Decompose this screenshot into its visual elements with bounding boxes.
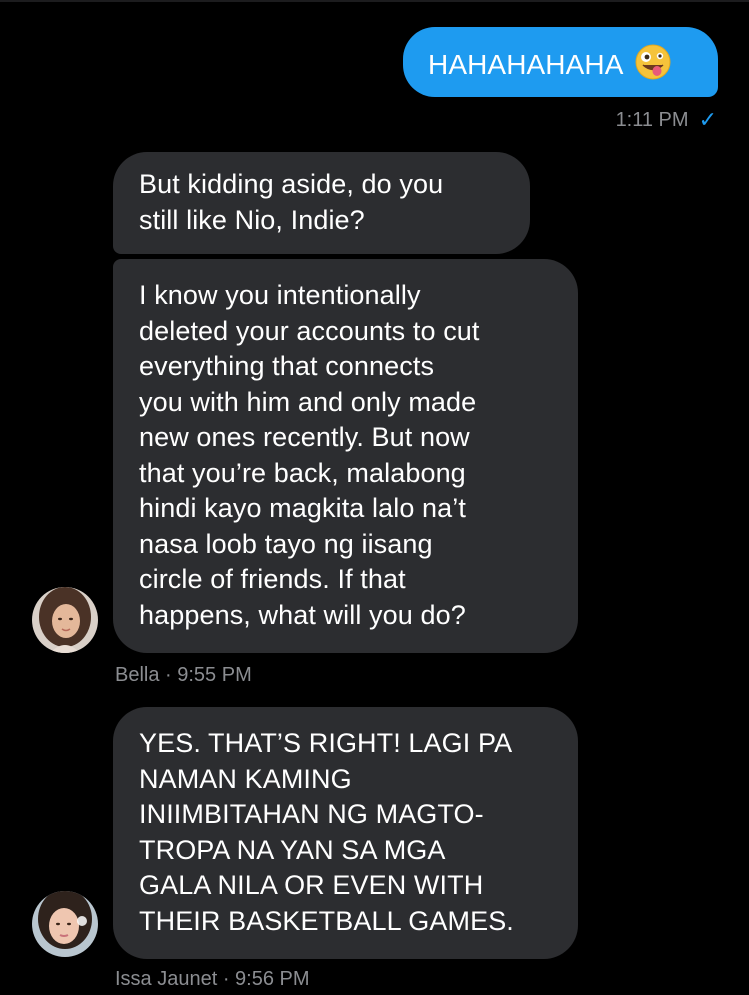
outgoing-message-bubble[interactable]: HAHAHAHAHA — [403, 27, 718, 97]
message-line: nasa loob tayo ng iisang — [139, 528, 433, 559]
zany-face-emoji-icon — [635, 44, 671, 89]
incoming-message-bubble[interactable]: YES. THAT’S RIGHT! LAGI PA NAMAN KAMING … — [113, 707, 578, 959]
message-line: deleted your accounts to cut — [139, 315, 480, 346]
sent-check-icon: ✓ — [698, 107, 717, 132]
incoming-message-bubble[interactable]: But kidding aside, do you still like Nio… — [113, 152, 530, 254]
profile-photo-icon — [32, 587, 98, 653]
message-timestamp: 1:11 PM — [615, 108, 689, 131]
message-line: NAMAN KAMING — [139, 763, 352, 794]
message-line: TROPA NA YAN SA MGA — [139, 834, 446, 865]
outgoing-message-meta: 1:11 PM ✓ — [616, 107, 717, 133]
message-line: circle of friends. If that — [139, 564, 406, 594]
message-line: you with him and only made — [139, 386, 477, 417]
profile-photo-icon — [32, 891, 98, 957]
top-divider — [0, 0, 749, 2]
message-line: I know you intentionally — [139, 280, 421, 310]
message-line: new ones recently. But now — [139, 422, 470, 452]
chat-screen: HAHAHAHAHA 1:11 PM ✓ But kidding aside, … — [0, 0, 749, 995]
message-line: hindi kayo magkita lalo na’t — [139, 493, 466, 523]
message-line: INIIMBITAHAN NG MAGTO- — [139, 799, 484, 829]
message-line: everything that connects — [139, 351, 435, 381]
message-line: happens, what will you do? — [139, 599, 466, 630]
message-line: still like Nio, Indie? — [139, 204, 365, 235]
avatar[interactable] — [32, 587, 98, 653]
message-line: But kidding aside, do you — [139, 169, 444, 199]
sender-meta: Issa Jaunet · 9:56 PM — [115, 968, 310, 990]
message-line: THEIR BASKETBALL GAMES. — [139, 905, 514, 936]
outgoing-message-text: HAHAHAHAHA — [428, 49, 624, 80]
message-line: GALA NILA OR EVEN WITH — [139, 870, 484, 900]
incoming-message-bubble[interactable]: I know you intentionally deleted your ac… — [113, 259, 578, 653]
message-line: that you’re back, malabong — [139, 457, 466, 488]
sender-meta: Bella · 9:55 PM — [115, 664, 252, 686]
avatar[interactable] — [32, 891, 98, 957]
message-line: YES. THAT’S RIGHT! LAGI PA — [139, 728, 513, 758]
